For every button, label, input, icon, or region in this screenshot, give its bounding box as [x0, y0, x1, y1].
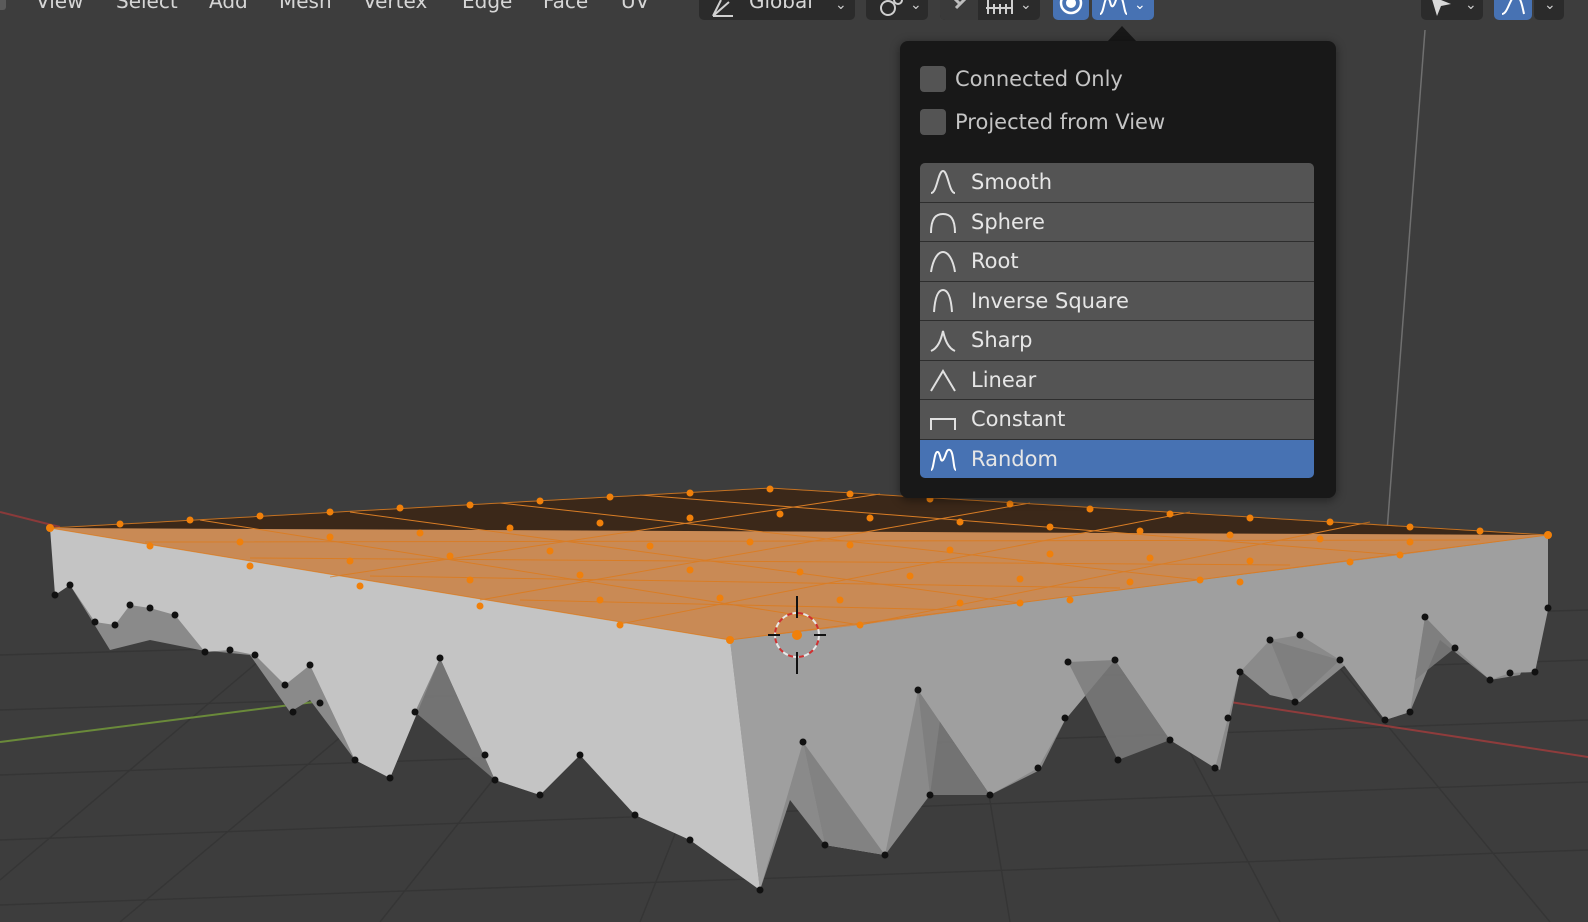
falloff-label: Smooth	[971, 170, 1053, 194]
orientation-icon	[712, 0, 733, 17]
falloff-curve-icon	[1501, 0, 1525, 15]
proportional-falloff-dropdown[interactable]: ⌄	[1092, 0, 1154, 20]
chevron-down-icon: ⌄	[1544, 0, 1556, 13]
falloff-item-smooth[interactable]: Smooth	[920, 163, 1314, 203]
constant-falloff-icon	[930, 418, 956, 430]
falloff-item-linear[interactable]: Linear	[920, 360, 1314, 400]
falloff-item-inverse-square[interactable]: Inverse Square	[920, 281, 1314, 321]
menu-select[interactable]: Select	[116, 0, 178, 16]
snapping-group: ⌄	[940, 0, 1040, 20]
root-falloff-icon	[930, 250, 956, 273]
proportional-falloff-popover: Connected Only Projected from View Smoot…	[900, 41, 1336, 498]
random-falloff-icon	[1099, 0, 1128, 15]
chevron-down-icon: ⌄	[910, 0, 922, 13]
menu-vertex[interactable]: Vertex	[363, 0, 427, 16]
menu-add[interactable]: Add	[209, 0, 248, 16]
falloff-label: Linear	[971, 367, 1037, 392]
magnet-icon	[953, 0, 967, 10]
falloff-label: Root	[971, 249, 1019, 273]
linear-falloff-icon	[930, 368, 956, 392]
inverse-square-falloff-icon	[933, 288, 953, 312]
falloff-item-sphere[interactable]: Sphere	[920, 202, 1314, 242]
y-axis-line	[0, 699, 331, 743]
menu-face[interactable]: Face	[543, 0, 588, 16]
sphere-falloff-icon	[930, 212, 956, 233]
menu-view[interactable]: View	[36, 0, 83, 16]
viewport-scene	[0, 29, 1588, 922]
menu-mesh[interactable]: Mesh	[279, 0, 332, 16]
overlay-toggle[interactable]	[1494, 0, 1532, 20]
pivot-icon	[880, 0, 903, 16]
select-mode-dropdown[interactable]: ⌄	[1421, 0, 1483, 20]
menu-uv[interactable]: UV	[621, 0, 649, 16]
falloff-label: Constant	[971, 407, 1066, 431]
smooth-falloff-icon	[930, 169, 956, 194]
falloff-item-random[interactable]: Random	[920, 439, 1314, 478]
3d-viewport[interactable]	[0, 0, 1588, 922]
chevron-down-icon: ⌄	[835, 0, 847, 13]
overlay-dropdown[interactable]: ⌄	[1534, 0, 1564, 20]
falloff-item-root[interactable]: Root	[920, 242, 1314, 282]
sharp-falloff-icon	[930, 330, 956, 352]
menu-edge[interactable]: Edge	[462, 0, 512, 16]
chevron-down-icon: ⌄	[1134, 0, 1146, 13]
falloff-label: Sharp	[971, 328, 1033, 352]
orientation-label: Global	[749, 0, 813, 13]
falloff-type-list: Smooth Sphere Root Inverse Square Sharp	[920, 163, 1314, 478]
snap-increment-icon[interactable]	[984, 0, 1014, 16]
projected-from-view-checkbox[interactable]	[920, 109, 946, 135]
transform-orientation-dropdown[interactable]: Global ⌄	[699, 0, 855, 20]
proportional-editing-toggle[interactable]	[1053, 0, 1089, 20]
falloff-label: Sphere	[971, 209, 1045, 234]
random-falloff-icon	[930, 448, 957, 471]
falloff-label: Random	[971, 446, 1058, 471]
connected-only-checkbox[interactable]	[920, 66, 946, 92]
falloff-item-sharp[interactable]: Sharp	[920, 321, 1314, 361]
cursor-arrow-icon	[1432, 0, 1451, 16]
pivot-point-dropdown[interactable]: ⌄	[866, 0, 928, 20]
header-edge-nub	[0, 0, 6, 10]
projected-from-view-label: Projected from View	[955, 110, 1166, 134]
connected-only-label: Connected Only	[955, 67, 1123, 91]
chevron-down-icon: ⌄	[1465, 0, 1477, 13]
falloff-label: Inverse Square	[971, 288, 1129, 313]
chevron-down-icon[interactable]: ⌄	[1020, 0, 1032, 12]
popover-arrow	[1107, 26, 1137, 42]
proportional-editing-icon	[1059, 0, 1083, 15]
falloff-item-constant[interactable]: Constant	[920, 400, 1314, 440]
snap-toggle-button[interactable]	[940, 0, 978, 20]
